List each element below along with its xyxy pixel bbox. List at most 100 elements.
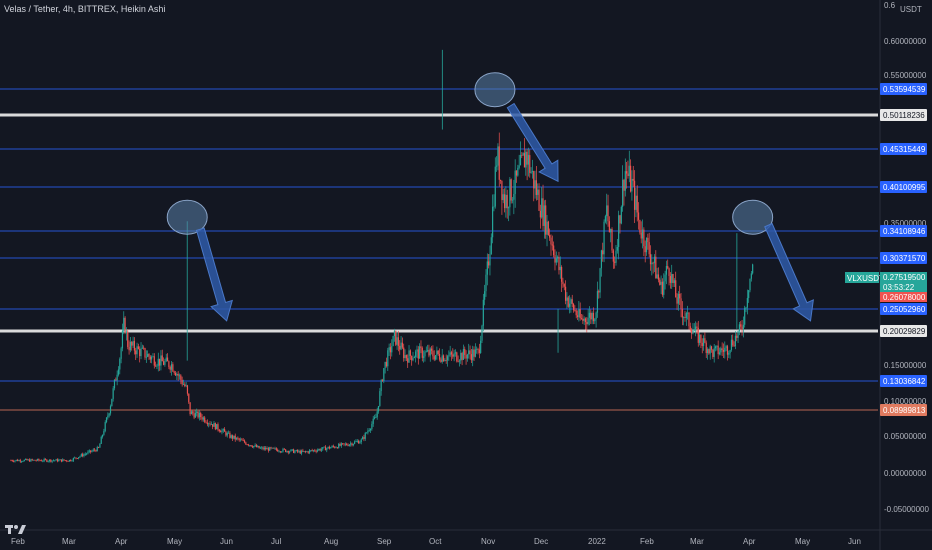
candle-body: [705, 342, 707, 354]
candle-body: [614, 261, 616, 263]
candle-body: [170, 364, 173, 370]
candle-body: [209, 423, 211, 425]
candle-body: [423, 356, 425, 358]
chart-canvas[interactable]: 0.60.600000000.550000000.350000000.15000…: [0, 0, 932, 550]
candle-body: [330, 447, 332, 449]
candle-body: [300, 450, 303, 454]
candle-body: [74, 457, 76, 459]
candle-body: [660, 281, 662, 285]
x-tick-label: Jul: [271, 537, 281, 546]
candle-body: [112, 388, 114, 399]
candle-body: [692, 330, 694, 334]
candle-body: [293, 449, 295, 453]
candle-body: [546, 221, 548, 235]
candle-body: [664, 274, 666, 282]
candle-body: [135, 350, 137, 355]
chart-area[interactable]: 0.6 0.60000000 0.55000000 0.35000000 0.15000…: [0, 0, 932, 550]
candle-body: [584, 318, 587, 323]
candle-body: [683, 317, 685, 319]
candle-body: [469, 350, 471, 355]
candle-body: [578, 309, 580, 318]
candle-body: [579, 309, 581, 319]
candle-body: [704, 338, 706, 343]
y-tick-label: 0.55000000: [884, 71, 927, 80]
candle-body: [591, 313, 593, 320]
candle-body: [527, 155, 530, 165]
candle-body: [200, 412, 202, 418]
ticker-badge-text: VLXUSDT: [847, 274, 884, 283]
candle-body: [502, 194, 504, 201]
candle-body: [281, 451, 283, 453]
candle-body: [229, 432, 231, 438]
candle-body: [19, 460, 21, 462]
candle-body: [480, 340, 482, 353]
candle-body: [639, 219, 641, 233]
candle-body: [290, 449, 292, 452]
candle-body: [510, 179, 512, 201]
candle-body: [243, 440, 246, 443]
candle-body: [448, 355, 450, 357]
candle-body: [507, 207, 510, 209]
candle-body: [408, 350, 410, 363]
candle-body: [40, 460, 43, 462]
candle-body: [729, 349, 731, 353]
candle-body: [263, 447, 266, 450]
candle-body: [161, 355, 163, 362]
candle-body: [445, 360, 447, 361]
candle-body: [315, 451, 317, 452]
candle-body: [205, 421, 207, 423]
candle-body: [347, 445, 349, 446]
candle-body: [331, 446, 333, 448]
candle-body: [571, 299, 573, 304]
candle-body: [282, 448, 284, 452]
candle-body: [608, 221, 610, 233]
candle-body: [663, 281, 665, 295]
candle-body: [494, 166, 496, 207]
candle-body: [685, 313, 687, 318]
candle-body: [124, 317, 126, 334]
candle-body: [652, 262, 654, 264]
candle-body: [446, 356, 449, 361]
candle-body: [184, 384, 186, 387]
candle-body: [78, 457, 80, 459]
candle-body: [425, 351, 427, 353]
tradingview-logo-icon: [4, 522, 28, 536]
candle-body: [351, 443, 353, 446]
candle-body: [251, 446, 254, 448]
candle-body: [490, 237, 492, 254]
candle-body: [224, 429, 226, 432]
candle-body: [31, 459, 33, 461]
candle-body: [218, 429, 220, 432]
candle-body: [672, 274, 674, 283]
candle-body: [509, 179, 511, 208]
candle-body: [231, 435, 234, 439]
candle-body: [668, 268, 670, 277]
candle-body: [254, 445, 256, 447]
candle-body: [590, 312, 592, 320]
candle-body: [535, 180, 537, 195]
candle-body: [515, 170, 518, 176]
candle-body: [714, 346, 717, 349]
candle-body: [76, 458, 78, 459]
candle-body: [656, 274, 658, 279]
candle-body: [533, 171, 535, 189]
candle-body: [415, 351, 417, 358]
candle-body: [696, 326, 698, 328]
candle-body: [68, 459, 70, 462]
candle-body: [395, 330, 397, 345]
candle-body: [332, 446, 335, 447]
candle-body: [164, 361, 166, 365]
candle-body: [659, 279, 661, 285]
candle-body: [113, 379, 116, 389]
candle-body: [64, 460, 66, 462]
candle-body: [461, 352, 463, 360]
candle-body: [371, 423, 373, 429]
candle-body: [643, 229, 645, 247]
candle-body: [456, 352, 458, 362]
level-badge-text: 0.45315449: [883, 145, 926, 154]
candle-body: [401, 342, 403, 348]
candle-body: [397, 337, 400, 346]
candle-body: [551, 244, 553, 246]
candle-body: [259, 447, 262, 449]
candle-body: [376, 411, 378, 418]
